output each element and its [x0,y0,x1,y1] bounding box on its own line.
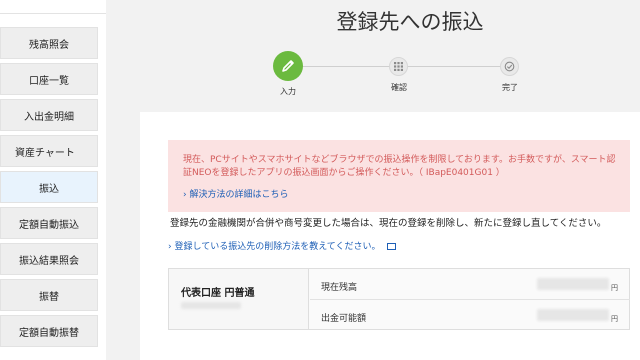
step-confirm [389,57,408,76]
sidebar-item-label: 定額自動振込 [19,219,79,231]
available-amount-label: 出金可能額 [321,314,367,324]
sidebar-item-label: 資産チャート [15,147,75,159]
alert-message: 現在、PCサイトやスマホサイトなどブラウザでの振込操作を制限しております。お手数… [183,155,616,178]
external-window-icon [387,243,397,250]
masked-current-balance [537,278,609,290]
sidebar-item-transfer[interactable]: 振込 [0,171,98,203]
delete-help-link[interactable]: › 登録している振込先の削除方法を教えてください。 [168,239,397,252]
sidebar-item-balance[interactable]: 残高照会 [0,27,98,59]
sidebar-item-transfer-results[interactable]: 振込結果照会 [0,243,98,275]
step-label-confirm: 確認 [391,83,407,92]
chevron-right-icon: › [168,242,172,252]
keypad-icon [394,62,403,71]
sidebar-item-internal-transfer[interactable]: 振替 [0,279,98,311]
sidebar-item-scheduled-transfer[interactable]: 定額自動振込 [0,207,98,239]
page-title: 登録先への振込 [336,10,484,34]
delete-help-link-label: 登録している振込先の削除方法を教えてください。 [174,242,381,252]
sidebar-item-label: 振替 [39,291,59,303]
chevron-right-icon: › [183,190,187,200]
step-input [273,51,303,81]
sidebar-item-scheduled-internal[interactable]: 定額自動振替 [0,315,98,347]
account-info: 代表口座 円普通 [169,269,309,329]
step-label-input: 入力 [280,87,296,96]
sidebar-item-label: 入出金明細 [24,111,74,123]
sidebar-item-label: 定額自動振替 [19,327,79,339]
alert-help-link-label: 解決方法の詳細はこちら [189,190,289,200]
sidebar-top [0,0,106,14]
sidebar-item-label: 振込 [39,183,59,195]
pencil-icon [282,60,294,72]
sidebar: 残高照会 口座一覧 入出金明細 資産チャート 振込 定額自動振込 振込結果照会 … [0,0,106,360]
sidebar-item-label: 振込結果照会 [19,255,79,267]
account-summary: 代表口座 円普通 現在残高 円 出金可能額 円 [168,268,630,330]
masked-account-number [181,302,241,309]
masked-available-amount [537,309,609,321]
sidebar-item-label: 残高照会 [29,39,69,51]
current-balance-label: 現在残高 [321,283,358,293]
sidebar-item-asset-chart[interactable]: 資産チャート [0,135,98,167]
check-icon [504,61,515,72]
step-label-complete: 完了 [502,83,518,92]
available-amount-unit: 円 [611,315,618,323]
sidebar-item-label: 口座一覧 [29,75,69,87]
row-divider [310,299,630,300]
current-balance-unit: 円 [611,284,618,292]
step-complete [500,57,519,76]
notice-text: 登録先の金融機関が合併や商号変更した場合は、現在の登録を削除し、新たに登録し直し… [170,218,607,229]
account-name: 代表口座 円普通 [181,288,255,299]
sidebar-item-statements[interactable]: 入出金明細 [0,99,98,131]
sidebar-item-accounts[interactable]: 口座一覧 [0,63,98,95]
alert-help-link[interactable]: › 解決方法の詳細はこちら [183,187,289,200]
